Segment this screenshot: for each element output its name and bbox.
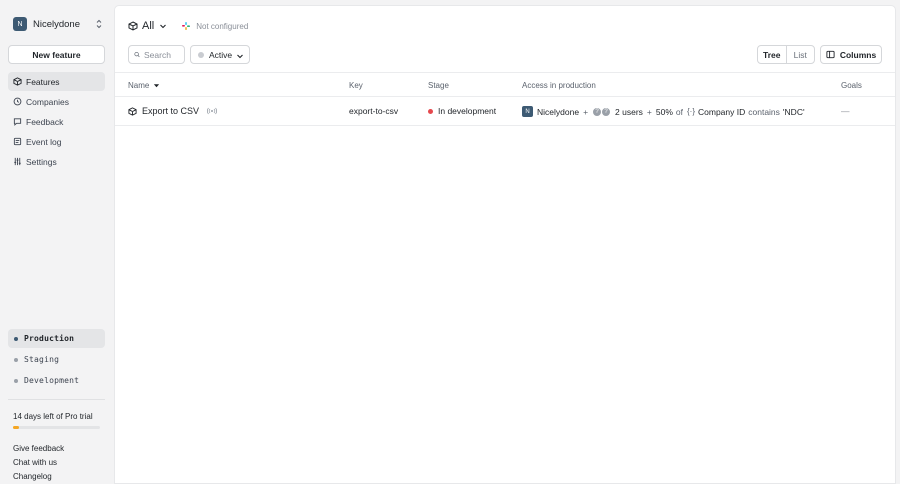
access-cell[interactable]: N Nicelydone + ? ? 2 users + 50% of {·} … — [522, 106, 805, 117]
trial-status: 14 days left of Pro trial — [13, 412, 93, 421]
braces-icon: {·} — [686, 107, 695, 116]
column-label: Key — [349, 81, 363, 90]
column-label: Stage — [428, 81, 449, 90]
trial-progress-fill — [13, 426, 20, 429]
condition-value: 'NDC' — [782, 106, 805, 117]
column-header-goals[interactable]: Goals — [841, 81, 862, 90]
sidebar-item-label: Settings — [26, 156, 57, 167]
sidebar-footer-links: Give feedback Chat with us Changelog — [13, 442, 64, 484]
chat-icon — [13, 118, 22, 126]
sidebar-item-label: Event log — [26, 136, 62, 147]
sidebar-item-features[interactable]: Features — [8, 72, 105, 91]
view-mode-toggle: Tree List — [757, 45, 815, 64]
column-header-name[interactable]: Name — [128, 81, 160, 90]
access-users-count: 2 users — [615, 106, 643, 117]
feature-name-cell[interactable]: Export to CSV — [128, 106, 222, 116]
sidebar-item-label: Features — [26, 76, 60, 87]
box-icon — [128, 106, 137, 116]
status-filter-label: Active — [209, 49, 233, 60]
sort-down-icon — [154, 84, 160, 88]
env-staging[interactable]: Staging — [8, 350, 105, 369]
stage-label: In development — [438, 106, 497, 116]
stage-status-dot — [428, 108, 433, 114]
env-label: Production — [24, 334, 75, 343]
environment-list: Production Staging Development — [8, 329, 105, 392]
table-header: Name Key Stage Access in production Goal… — [115, 72, 895, 97]
rollout-percent: 50% — [655, 106, 673, 117]
give-feedback-link[interactable]: Give feedback — [13, 442, 64, 456]
sidebar-divider — [8, 399, 105, 400]
sidebar-item-label: Companies — [26, 96, 69, 107]
columns-button[interactable]: Columns — [820, 45, 882, 64]
scope-label: All — [142, 20, 155, 32]
column-header-access[interactable]: Access in production — [522, 81, 596, 90]
goals-cell: — — [841, 106, 850, 116]
env-dot — [14, 336, 18, 341]
feature-name: Export to CSV — [142, 106, 200, 116]
org-switcher[interactable]: N Nicelydone — [8, 14, 105, 34]
sidebar-item-settings[interactable]: Settings — [8, 152, 105, 171]
sidebar-item-label: Feedback — [26, 116, 64, 127]
slack-integration-status[interactable]: Not configured — [181, 21, 248, 31]
new-feature-button[interactable]: New feature — [8, 45, 105, 64]
rollout-of: of — [675, 106, 683, 117]
integration-label: Not configured — [196, 21, 249, 31]
building-icon — [13, 97, 22, 106]
search-box[interactable] — [128, 45, 185, 64]
status-dot — [198, 51, 204, 58]
org-name: Nicelydone — [33, 18, 80, 30]
columns-label: Columns — [839, 49, 877, 60]
plus-separator: + — [646, 106, 652, 117]
chevron-down-icon — [237, 54, 243, 59]
main-panel: All Not configured Active Tree List — [114, 5, 896, 484]
slack-icon — [182, 22, 191, 30]
table-row[interactable]: Export to CSV export-to-csv In developme… — [115, 97, 895, 126]
chevron-up-down-icon — [96, 19, 102, 29]
search-input[interactable] — [144, 49, 184, 60]
env-label: Development — [24, 376, 80, 385]
sidebar-item-feedback[interactable]: Feedback — [8, 112, 105, 131]
column-label: Name — [128, 81, 150, 90]
scope-selector[interactable]: All — [128, 20, 167, 32]
condition-field: Company ID — [698, 106, 746, 117]
view-tree-button[interactable]: Tree — [758, 46, 787, 63]
list-icon — [13, 137, 22, 146]
stage-cell: In development — [428, 106, 496, 116]
org-avatar: N — [13, 17, 27, 31]
box-icon — [13, 77, 22, 86]
user-avatar: ? — [601, 106, 612, 117]
chevron-down-icon — [160, 24, 167, 29]
changelog-link[interactable]: Changelog — [13, 470, 64, 484]
sidebar-item-companies[interactable]: Companies — [8, 92, 105, 111]
sidebar: N Nicelydone New feature Features Compan… — [0, 0, 113, 484]
sidebar-nav: Features Companies Feedback Event log Se… — [8, 72, 105, 172]
env-production[interactable]: Production — [8, 329, 105, 348]
column-label: Access in production — [522, 81, 596, 90]
env-label: Staging — [24, 355, 60, 364]
column-header-stage[interactable]: Stage — [428, 81, 449, 90]
status-filter-dropdown[interactable]: Active — [190, 45, 250, 64]
access-org-name: Nicelydone — [537, 106, 580, 117]
search-icon — [134, 51, 140, 58]
sidebar-item-event-log[interactable]: Event log — [8, 132, 105, 151]
column-label: Goals — [841, 81, 862, 90]
box-icon — [128, 21, 138, 31]
trial-progress-bar — [13, 426, 100, 429]
columns-icon — [826, 50, 835, 59]
plus-separator: + — [583, 106, 589, 117]
view-list-button[interactable]: List — [787, 46, 815, 63]
toolbar: Active Tree List Columns — [128, 45, 882, 65]
env-development[interactable]: Development — [8, 371, 105, 390]
org-avatar: N — [522, 106, 533, 117]
env-dot — [14, 357, 18, 362]
condition-operator: contains — [748, 106, 780, 117]
column-header-key[interactable]: Key — [349, 81, 363, 90]
sliders-icon — [14, 157, 21, 166]
chat-with-us-link[interactable]: Chat with us — [13, 456, 64, 470]
feature-key: export-to-csv — [349, 106, 399, 116]
env-dot — [14, 378, 18, 383]
broadcast-icon — [207, 107, 218, 115]
top-bar: All Not configured — [128, 18, 248, 34]
